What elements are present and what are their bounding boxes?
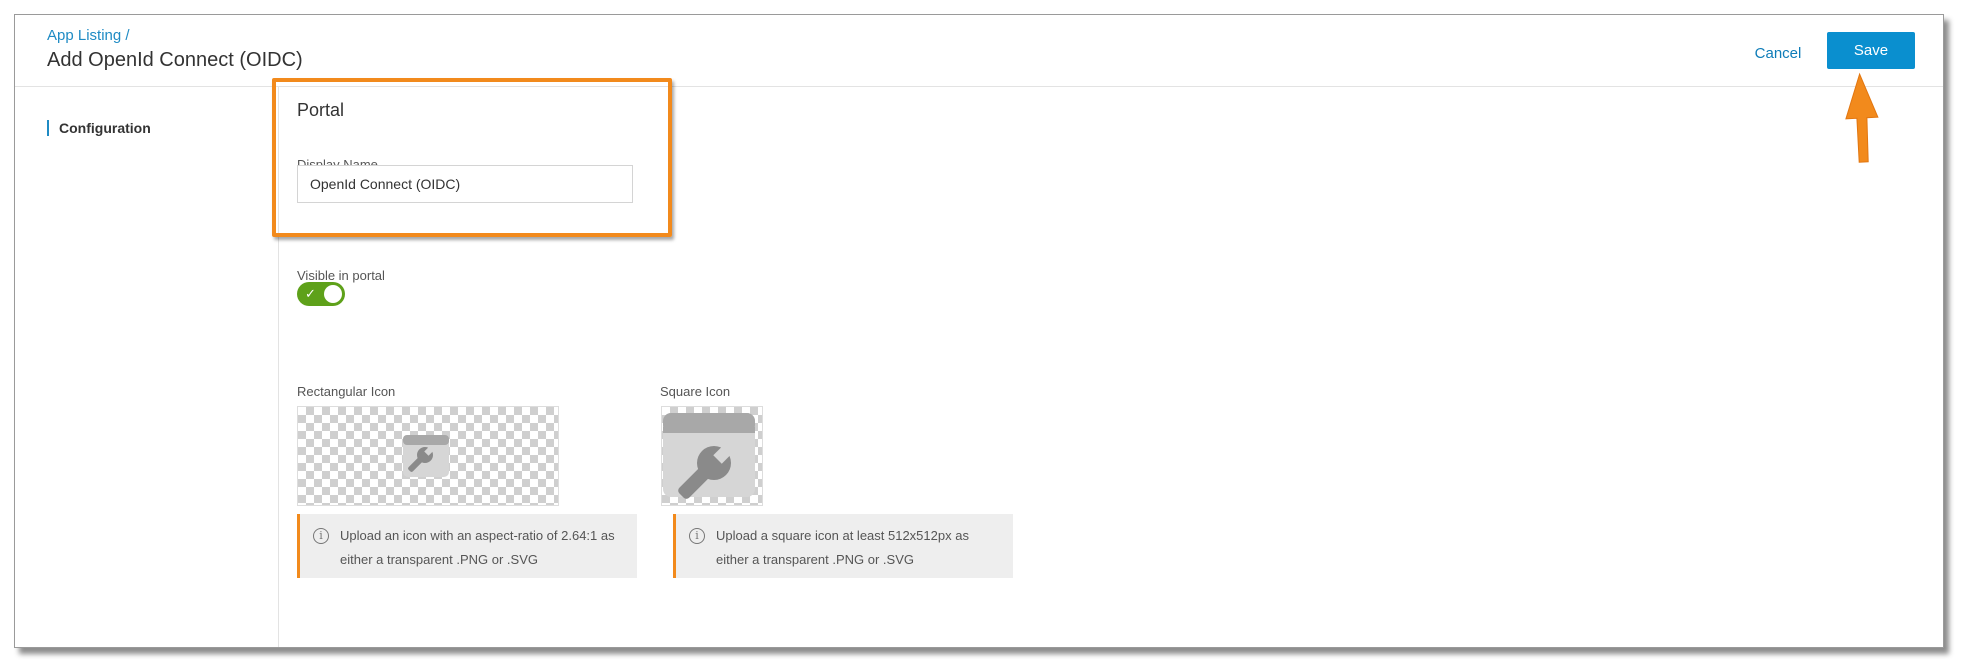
rectangular-icon-label: Rectangular Icon xyxy=(297,384,396,399)
visible-in-portal-label: Visible in portal xyxy=(297,268,385,283)
rectangular-icon-upload[interactable] xyxy=(297,406,559,506)
highlight-annotation-box xyxy=(272,78,672,237)
sidebar-item-configuration[interactable]: Configuration xyxy=(47,120,151,136)
wrench-app-icon xyxy=(663,413,755,499)
rectangular-icon-note-text: Upload an icon with an aspect-ratio of 2… xyxy=(340,528,615,567)
info-icon: i xyxy=(313,528,329,544)
square-icon-note-text: Upload a square icon at least 512x512px … xyxy=(716,528,969,567)
save-button[interactable]: Save xyxy=(1827,32,1915,69)
page-title: Add OpenId Connect (OIDC) xyxy=(47,49,303,71)
check-icon: ✓ xyxy=(305,286,316,301)
sidebar: Configuration xyxy=(15,87,279,647)
visible-in-portal-toggle[interactable]: ✓ xyxy=(297,282,345,306)
square-icon-upload[interactable] xyxy=(661,406,763,506)
square-icon-note: i Upload a square icon at least 512x512p… xyxy=(673,514,1013,578)
cancel-button[interactable]: Cancel xyxy=(1743,41,1813,67)
arrow-up-annotation-icon xyxy=(1845,72,1879,163)
info-icon: i xyxy=(689,528,705,544)
page-header: App Listing / Add OpenId Connect (OIDC) … xyxy=(15,15,1943,87)
wrench-app-icon xyxy=(403,435,449,477)
rectangular-icon-note: i Upload an icon with an aspect-ratio of… xyxy=(297,514,637,578)
square-icon-label: Square Icon xyxy=(660,384,731,399)
breadcrumb-app-listing[interactable]: App Listing / xyxy=(47,27,130,44)
toggle-knob xyxy=(324,285,342,303)
